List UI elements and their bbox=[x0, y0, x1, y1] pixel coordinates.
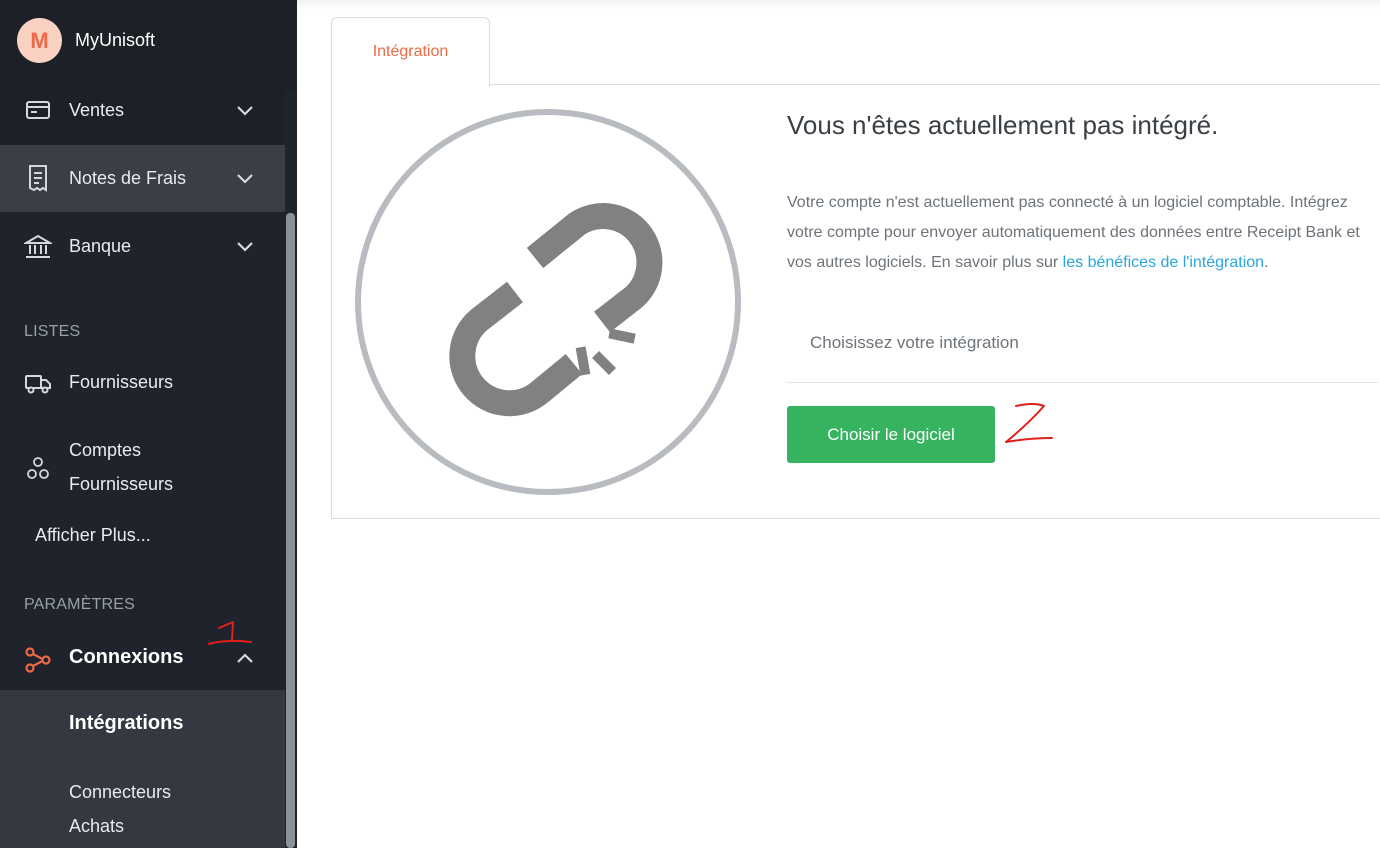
show-more-link[interactable]: Afficher Plus... bbox=[0, 518, 285, 554]
sidebar-item-notes-de-frais[interactable]: Notes de Frais bbox=[0, 145, 285, 212]
sidebar-item-label: Ventes bbox=[69, 100, 125, 120]
brand-header[interactable]: M MyUnisoft bbox=[0, 0, 297, 90]
receipt-icon bbox=[24, 164, 52, 192]
divider bbox=[787, 382, 1379, 383]
sidebar-subitem-integrations[interactable]: Intégrations bbox=[0, 690, 285, 758]
chevron-down-icon[interactable] bbox=[234, 236, 256, 258]
sidebar-item-label: Fournisseurs bbox=[69, 372, 174, 392]
choose-software-button[interactable]: Choisir le logiciel bbox=[787, 406, 995, 463]
description-end: . bbox=[1264, 254, 1269, 271]
sidebar-item-ventes[interactable]: Ventes bbox=[0, 90, 285, 144]
connections-icon bbox=[24, 646, 52, 674]
sidebar-subitem-connecteurs-achats[interactable]: Connecteurs Achats bbox=[0, 758, 285, 848]
broken-link-icon bbox=[352, 106, 744, 498]
sidebar-item-label: Comptes bbox=[69, 440, 142, 460]
sidebar: M MyUnisoft Ventes Notes de Frais Banque… bbox=[0, 0, 297, 848]
section-heading-listes: LISTES bbox=[24, 323, 81, 340]
card-icon bbox=[24, 96, 52, 124]
page-heading: Vous n'êtes actuellement pas intégré. bbox=[787, 110, 1219, 140]
brand-avatar: M bbox=[17, 18, 62, 63]
annotation-one bbox=[208, 621, 252, 645]
sidebar-item-banque[interactable]: Banque bbox=[0, 213, 285, 280]
sidebar-item-label: Connexions bbox=[69, 646, 184, 668]
chevron-up-icon[interactable] bbox=[234, 647, 256, 669]
choose-integration-label: Choisissez votre intégration bbox=[810, 333, 1019, 352]
sidebar-item-label: Fournisseurs bbox=[69, 474, 174, 494]
sidebar-subitem-label: Intégrations bbox=[69, 712, 184, 734]
sidebar-item-label: Banque bbox=[69, 236, 132, 256]
truck-icon bbox=[24, 369, 52, 397]
sidebar-item-label: Notes de Frais bbox=[69, 168, 187, 188]
section-heading-parametres: PARAMÈTRES bbox=[24, 596, 136, 613]
sidebar-scrollbar-thumb[interactable] bbox=[286, 213, 295, 848]
brand-name: MyUnisoft bbox=[75, 30, 156, 50]
sidebar-item-fournisseurs[interactable]: Fournisseurs bbox=[0, 360, 285, 406]
bank-icon bbox=[24, 233, 52, 261]
benefits-link[interactable]: les bénéfices de l'intégration bbox=[1063, 254, 1264, 271]
integration-description: Votre compte n'est actuellement pas conn… bbox=[787, 188, 1372, 278]
chevron-down-icon[interactable] bbox=[234, 168, 256, 190]
topbar bbox=[297, 0, 1380, 10]
sidebar-subitem-label: Achats bbox=[69, 816, 125, 836]
tab-integration[interactable]: Intégration bbox=[331, 17, 490, 86]
accounts-icon bbox=[24, 455, 52, 483]
show-more-label: Afficher Plus... bbox=[35, 525, 151, 545]
chevron-down-icon[interactable] bbox=[234, 100, 256, 122]
sidebar-item-comptes-fournisseurs[interactable]: Comptes Fournisseurs bbox=[0, 436, 285, 502]
annotation-two bbox=[1005, 403, 1053, 443]
sidebar-subitem-label: Connecteurs bbox=[69, 782, 172, 802]
